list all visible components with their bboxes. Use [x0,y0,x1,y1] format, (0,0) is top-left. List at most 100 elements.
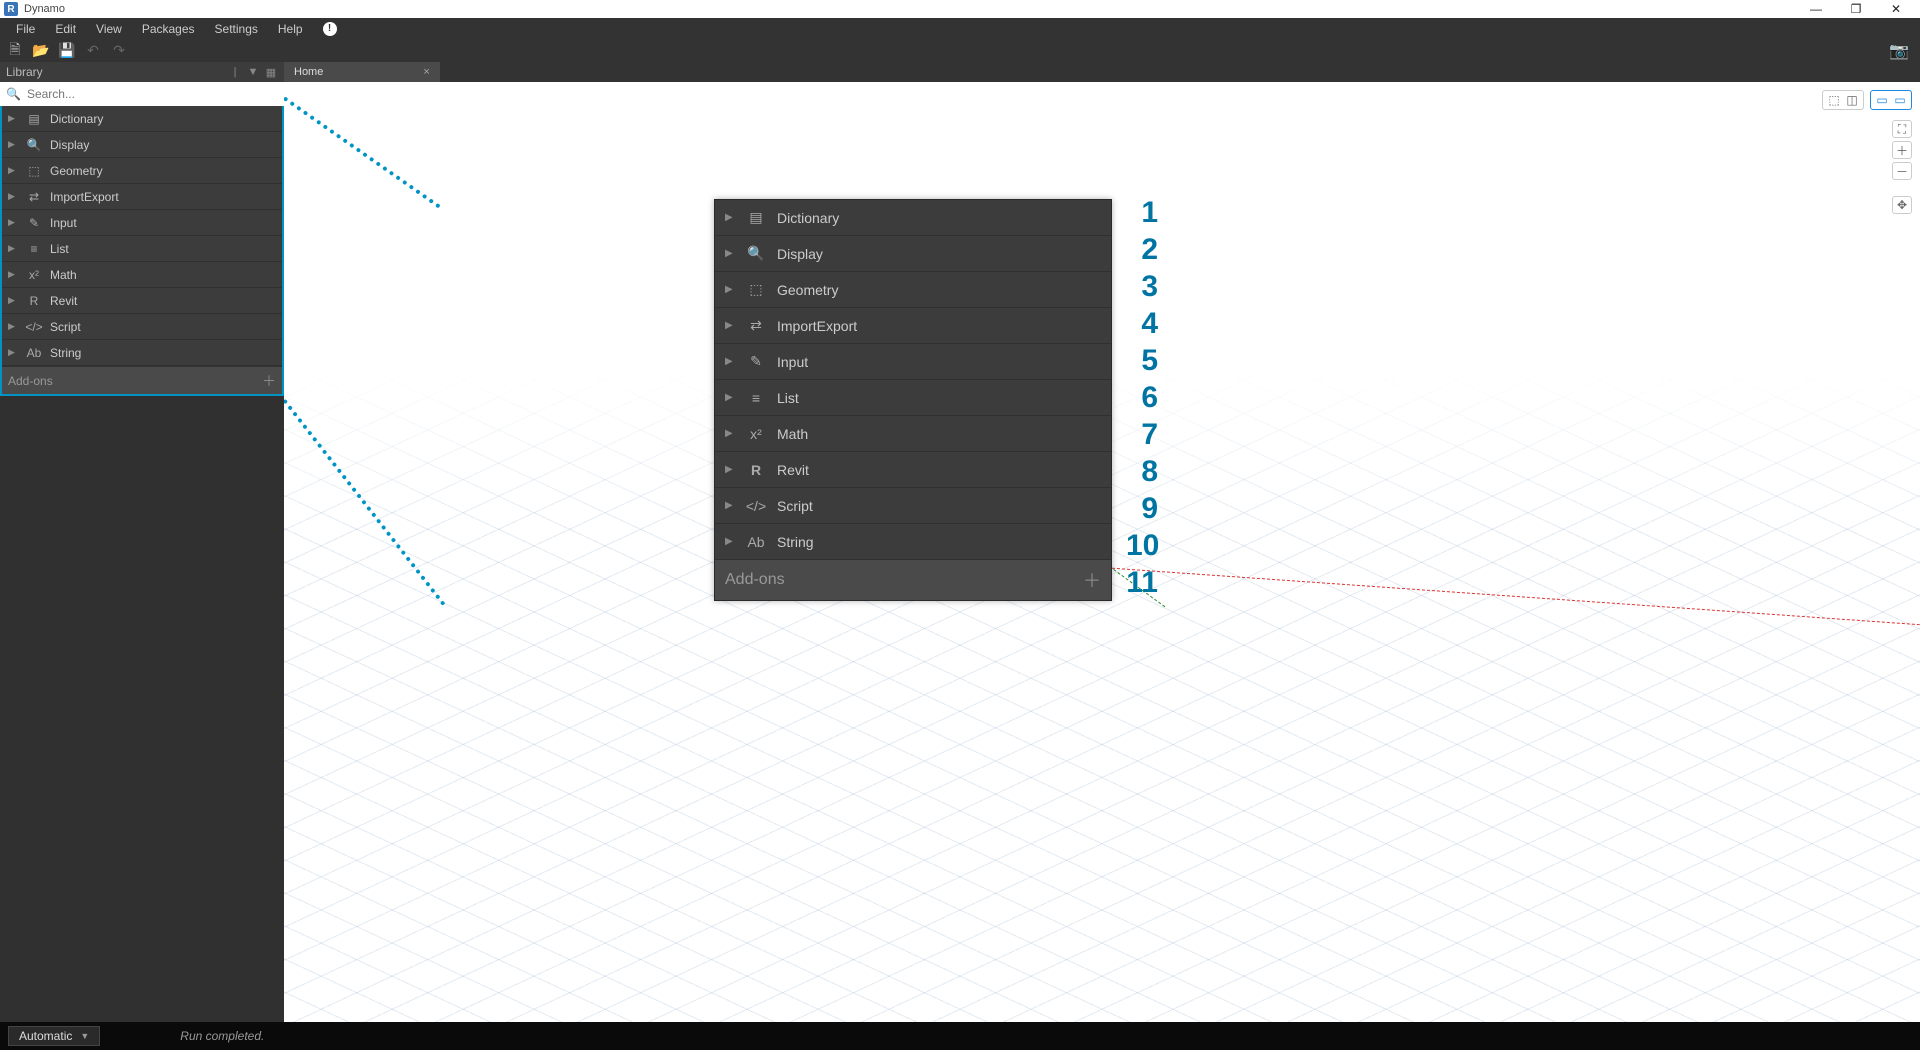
menu-label: Edit [55,22,76,36]
maximize-button[interactable]: ❐ [1836,0,1876,18]
popup-item-math[interactable]: ▶ x² Math [715,416,1111,452]
chevron-right-icon: ▶ [8,191,18,202]
chevron-right-icon: ▶ [8,139,18,150]
dictionary-icon: ▤ [747,209,765,227]
library-item-geometry[interactable]: ▶ ⬚ Geometry [2,158,282,184]
menu-view[interactable]: View [86,18,132,39]
minimize-button[interactable]: — [1796,0,1836,18]
addons-label: Add-ons [8,374,53,388]
pan-button[interactable]: ✥ [1892,196,1912,214]
chevron-right-icon: ▶ [725,248,735,259]
popup-item-label: List [777,390,799,406]
close-tab-icon[interactable]: × [423,66,429,78]
math-icon: x² [26,267,42,283]
node-icon: ▭ [1875,93,1889,107]
library-item-label: Geometry [50,164,103,178]
library-item-display[interactable]: ▶ 🔍 Display [2,132,282,158]
popup-item-dictionary[interactable]: ▶ ▤ Dictionary [715,200,1111,236]
geometry-icon: ⬚ [26,163,42,179]
library-item-label: Dictionary [50,112,103,126]
menu-settings[interactable]: Settings [205,18,268,39]
library-item-math[interactable]: ▶ x² Math [2,262,282,288]
open-file-icon[interactable]: 📂 [32,42,50,60]
plus-icon: ＋ [1083,567,1101,593]
chevron-right-icon: ▶ [8,269,18,280]
callout-10: 10 [1126,527,1158,564]
chevron-right-icon: ▶ [725,428,735,439]
menu-help[interactable]: Help [268,18,313,39]
menu-label: Settings [215,22,258,36]
library-item-dictionary[interactable]: ▶ ▤ Dictionary [2,106,282,132]
library-item-label: String [50,346,81,360]
chevron-right-icon: ▶ [725,464,735,475]
callout-8: 8 [1126,453,1158,490]
library-item-label: List [50,242,69,256]
chevron-right-icon: ▶ [725,536,735,547]
dictionary-icon: ▤ [26,111,42,127]
chevron-right-icon: ▶ [725,284,735,295]
library-view2-icon[interactable]: ▦ [264,65,278,79]
input-icon: ✎ [26,215,42,231]
save-icon[interactable]: 💾 [58,42,76,60]
viewport-mode-3d[interactable]: ⬚ ◫ [1822,90,1864,110]
library-item-importexport[interactable]: ▶ ⇄ ImportExport [2,184,282,210]
library-addons-row[interactable]: Add-ons ＋ [2,366,282,394]
popup-item-revit[interactable]: ▶ R Revit [715,452,1111,488]
script-icon: </> [26,319,42,335]
string-icon: Ab [747,533,765,551]
library-item-script[interactable]: ▶ </> Script [2,314,282,340]
canvas[interactable]: ▶ ▤ Dictionary ▶ 🔍 Display ▶ ⬚ Geometry … [284,82,1920,1022]
library-filter-icon[interactable]: ▼ [246,65,260,79]
callout-7: 7 [1126,416,1158,453]
info-icon[interactable]: ! [323,22,337,36]
chevron-right-icon: ▶ [725,212,735,223]
library-item-input[interactable]: ▶ ✎ Input [2,210,282,236]
chevron-right-icon: ▶ [8,347,18,358]
popup-item-label: Revit [777,462,809,478]
undo-icon[interactable]: ↶ [84,42,102,60]
library-item-label: ImportExport [50,190,119,204]
zoom-fit-button[interactable]: ⛶ [1892,120,1912,138]
zoom-in-button[interactable]: ＋ [1892,141,1912,159]
viewport-zoom-controls: ⛶ ＋ － ✥ [1892,120,1912,214]
zoom-out-button[interactable]: － [1892,162,1912,180]
camera-icon[interactable]: 📷 [1890,42,1908,60]
library-item-list[interactable]: ▶ ≡ List [2,236,282,262]
menu-edit[interactable]: Edit [45,18,86,39]
redo-icon[interactable]: ↷ [110,42,128,60]
library-search-input[interactable] [27,87,278,101]
popup-item-list[interactable]: ▶ ≡ List [715,380,1111,416]
chevron-right-icon: ▶ [725,500,735,511]
library-header: Library | ▼ ▦ [0,62,284,82]
run-mode-label: Automatic [19,1029,72,1043]
new-file-icon[interactable]: 🗎 [6,42,24,60]
menu-bar: File Edit View Packages Settings Help ! [0,18,1920,39]
menu-label: Help [278,22,303,36]
close-button[interactable]: ✕ [1876,0,1916,18]
library-view-icon[interactable]: | [228,65,242,79]
popup-addons-row[interactable]: Add-ons ＋ [715,560,1111,600]
menu-file[interactable]: File [6,18,45,39]
popup-item-string[interactable]: ▶ Ab String [715,524,1111,560]
tab-strip: Home × [284,62,1920,82]
callout-6: 6 [1126,379,1158,416]
library-item-revit[interactable]: ▶ R Revit [2,288,282,314]
chevron-right-icon: ▶ [8,165,18,176]
run-mode-dropdown[interactable]: Automatic ▼ [8,1026,100,1046]
tab-home[interactable]: Home × [284,62,440,82]
library-item-string[interactable]: ▶ Ab String [2,340,282,366]
viewport-mode-graph[interactable]: ▭ ▭ [1870,90,1912,110]
window-title: Dynamo [24,3,65,15]
menu-packages[interactable]: Packages [132,18,205,39]
popup-item-geometry[interactable]: ▶ ⬚ Geometry [715,272,1111,308]
popup-item-display[interactable]: ▶ 🔍 Display [715,236,1111,272]
node-icon: ▭ [1893,93,1907,107]
popup-item-script[interactable]: ▶ </> Script [715,488,1111,524]
importexport-icon: ⇄ [747,317,765,335]
popup-item-importexport[interactable]: ▶ ⇄ ImportExport [715,308,1111,344]
popup-item-label: Script [777,498,813,514]
popup-item-input[interactable]: ▶ ✎ Input [715,344,1111,380]
library-search-row: 🔍 [0,82,284,106]
status-message: Run completed. [180,1029,264,1043]
chevron-right-icon: ▶ [8,295,18,306]
